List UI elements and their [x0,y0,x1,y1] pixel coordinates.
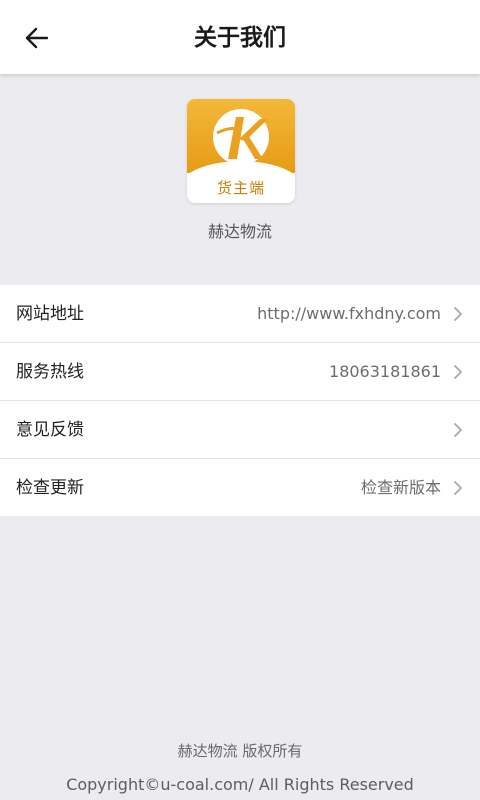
chevron-right-icon [454,423,462,437]
footer-copyright: Copyright©u-coal.com/ All Rights Reserve… [66,775,414,794]
website-row[interactable]: 网站地址 http://www.fxhdny.com [0,285,480,343]
check-update-label: 检查更新 [16,478,84,498]
chevron-right-icon [454,365,462,379]
check-update-value: 检查新版本 [360,478,441,497]
website-label: 网站地址 [16,304,84,324]
check-update-row[interactable]: 检查更新 检查新版本 [0,459,480,516]
feedback-row[interactable]: 意见反馈 [0,401,480,459]
logo-caption: 货主端 [187,173,295,203]
chevron-right-icon [454,481,462,495]
chevron-right-icon [454,307,462,321]
hotline-value: 18063181861 [329,362,441,381]
hotline-label: 服务热线 [16,362,84,382]
app-logo: 货主端 [187,99,295,203]
page-title: 关于我们 [194,25,286,51]
website-value: http://www.fxhdny.com [257,304,441,323]
info-list: 网站地址 http://www.fxhdny.com 服务热线 18063181… [0,285,480,516]
app-header: 关于我们 [0,0,480,74]
hotline-row[interactable]: 服务热线 18063181861 [0,343,480,401]
feedback-label: 意见反馈 [16,420,84,440]
company-name: 赫达物流 [207,222,272,241]
footer-owner: 赫达物流 版权所有 [177,742,303,760]
